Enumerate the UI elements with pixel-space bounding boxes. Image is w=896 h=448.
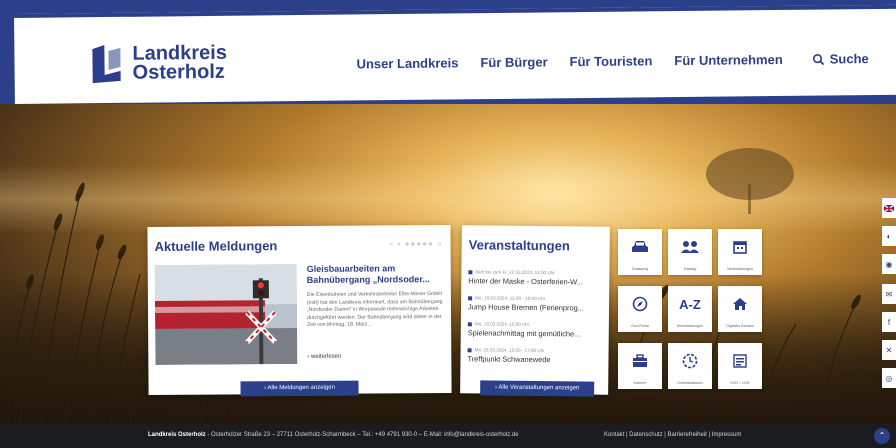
instagram-icon[interactable]: ◎	[882, 368, 896, 388]
district-logo-icon	[90, 45, 124, 84]
all-news-label: Alle Meldungen anzeigen	[267, 384, 335, 392]
people-icon	[681, 241, 699, 253]
events-panel: Veranstaltungen läuft bis zum Fr, 22.03.…	[460, 225, 610, 397]
a-z-icon: A-Z	[679, 296, 701, 312]
event-item[interactable]: Mo, 18.03.2024, 15:00 - 17:00 Uhr Treffp…	[467, 347, 603, 364]
footer-address-text: - Osterholzer Straße 23 – 27711 Osterhol…	[205, 432, 519, 438]
event-title: Treffpunkt Schwanewede	[467, 354, 551, 365]
event-item[interactable]: Mo, 18.03.2024, 15:00 Uhr Spielenachmitt…	[468, 321, 604, 338]
briefcase-icon	[633, 354, 647, 367]
search-button[interactable]: Suche	[813, 51, 869, 67]
event-date: Mo, 18.03.2024, 15:00 - 17:00 Uhr	[474, 347, 545, 354]
news-photo	[154, 264, 298, 366]
site-header: Landkreis Osterholz Unser Landkreis Für …	[14, 4, 896, 104]
tile-gvo-live[interactable]: GVO + LIVE	[718, 343, 762, 389]
news-carousel-dots[interactable]: « ▪ ●●●●● »	[389, 239, 443, 248]
document-icon	[733, 354, 747, 368]
calendar-icon	[733, 241, 747, 254]
tile-label: Karriere	[633, 381, 647, 385]
search-label: Suche	[829, 51, 869, 67]
event-item[interactable]: läuft bis zum Fr, 22.03.2024, 14:00 Uhr …	[468, 269, 604, 286]
nav-unser-landkreis[interactable]: Unser Landkreis	[356, 55, 458, 71]
tile-onlinetermine[interactable]: Onlinetiralassen	[668, 343, 712, 389]
tile-kitaslag[interactable]: Kitaslag	[668, 229, 712, 275]
tile-label: Veranstaltungen	[727, 267, 753, 271]
all-news-button[interactable]: › Alle Meldungen anzeigen	[240, 380, 359, 397]
event-date: Mo, 18.03.2024, 15:00 Uhr	[474, 321, 530, 327]
event-title: Spielenachmittag mit gemütliche...	[467, 328, 581, 339]
tile-label: Digitales Bauamt	[726, 324, 754, 328]
event-title: Hinter der Maske - Osterferien-W...	[468, 276, 583, 287]
footer-org: Landkreis Osterholz	[148, 432, 206, 438]
car-icon	[632, 241, 648, 252]
nav-fuer-buerger[interactable]: Für Bürger	[480, 54, 547, 70]
news-headline[interactable]: Gleisbauarbeiten am Bahnübergang „Nordso…	[307, 263, 445, 286]
facebook-icon[interactable]: f	[882, 312, 896, 332]
news-panel: Aktuelle Meldungen « ▪ ●●●●● » Gleisbaua…	[147, 224, 452, 397]
scroll-to-top-icon[interactable]: ⌃	[874, 428, 890, 444]
tile-digitales-bauamt[interactable]: Digitales Bauamt	[718, 286, 762, 332]
house-icon	[733, 298, 747, 310]
tile-karriere[interactable]: Karriere	[618, 343, 662, 389]
mail-icon[interactable]: ✉	[882, 284, 896, 304]
accessibility-icon[interactable]: ◐	[882, 226, 896, 246]
footer-links[interactable]: Kontakt | Datenschutz | Barrierefreiheit…	[604, 432, 741, 438]
tile-veranstaltungen[interactable]: Veranstaltungen	[718, 229, 762, 275]
read-more-label: weiterlesen	[310, 353, 342, 360]
tile-label: Zulassung	[631, 267, 649, 271]
x-icon[interactable]: ✕	[882, 340, 896, 360]
tile-label: Onlinetiralassen	[677, 381, 703, 385]
site-footer: Landkreis Osterholz - Osterholzer Straße…	[0, 424, 896, 448]
logo-line-2: Osterholz	[132, 60, 225, 84]
tile-label: Kitaslag	[683, 267, 697, 271]
tile-label: Geo-Portal	[631, 324, 649, 328]
news-title: Aktuelle Meldungen	[154, 238, 278, 255]
main-nav: Unser Landkreis Für Bürger Für Touristen…	[356, 51, 890, 71]
events-title: Veranstaltungen	[468, 237, 570, 254]
language-flag-icon[interactable]	[882, 198, 896, 218]
event-date: läuft bis zum Fr, 22.03.2024, 14:00 Uhr	[475, 269, 555, 276]
footer-address: Landkreis Osterholz - Osterholzer Straße…	[148, 432, 519, 438]
tile-zulassung[interactable]: Zulassung	[618, 229, 662, 275]
tile-label: GVO + LIVE	[730, 381, 750, 385]
news-body: Die Eisenbahnen und Verkehrsbetriebe Elb…	[306, 291, 443, 329]
nav-fuer-touristen[interactable]: Für Touristen	[569, 53, 652, 69]
tile-label: Dienstleistungen	[676, 324, 704, 328]
tile-dienstleistungen[interactable]: A-Z Dienstleistungen	[668, 286, 712, 332]
read-more-link[interactable]: › weiterlesen	[307, 354, 341, 360]
nav-fuer-unternehmen[interactable]: Für Unternehmen	[674, 52, 782, 68]
search-icon	[813, 53, 825, 65]
event-date: Mo, 18.03.2024, 12:00 - 18:00 Uhr	[475, 295, 546, 302]
clock-icon	[682, 353, 698, 369]
event-item[interactable]: Mo, 18.03.2024, 12:00 - 18:00 Uhr Jump H…	[468, 295, 604, 312]
all-events-button[interactable]: › Alle Veranstaltungen anzeigen	[480, 380, 595, 397]
event-title: Jump House Bremen (Ferienprog...	[467, 302, 584, 313]
all-events-label: Alle Veranstaltungen anzeigen	[498, 384, 580, 392]
site-logo[interactable]: Landkreis Osterholz	[90, 42, 227, 84]
tile-geo-portal[interactable]: Geo-Portal	[618, 286, 662, 332]
compass-icon	[632, 296, 648, 312]
sign-language-icon[interactable]: ◉	[882, 254, 896, 274]
